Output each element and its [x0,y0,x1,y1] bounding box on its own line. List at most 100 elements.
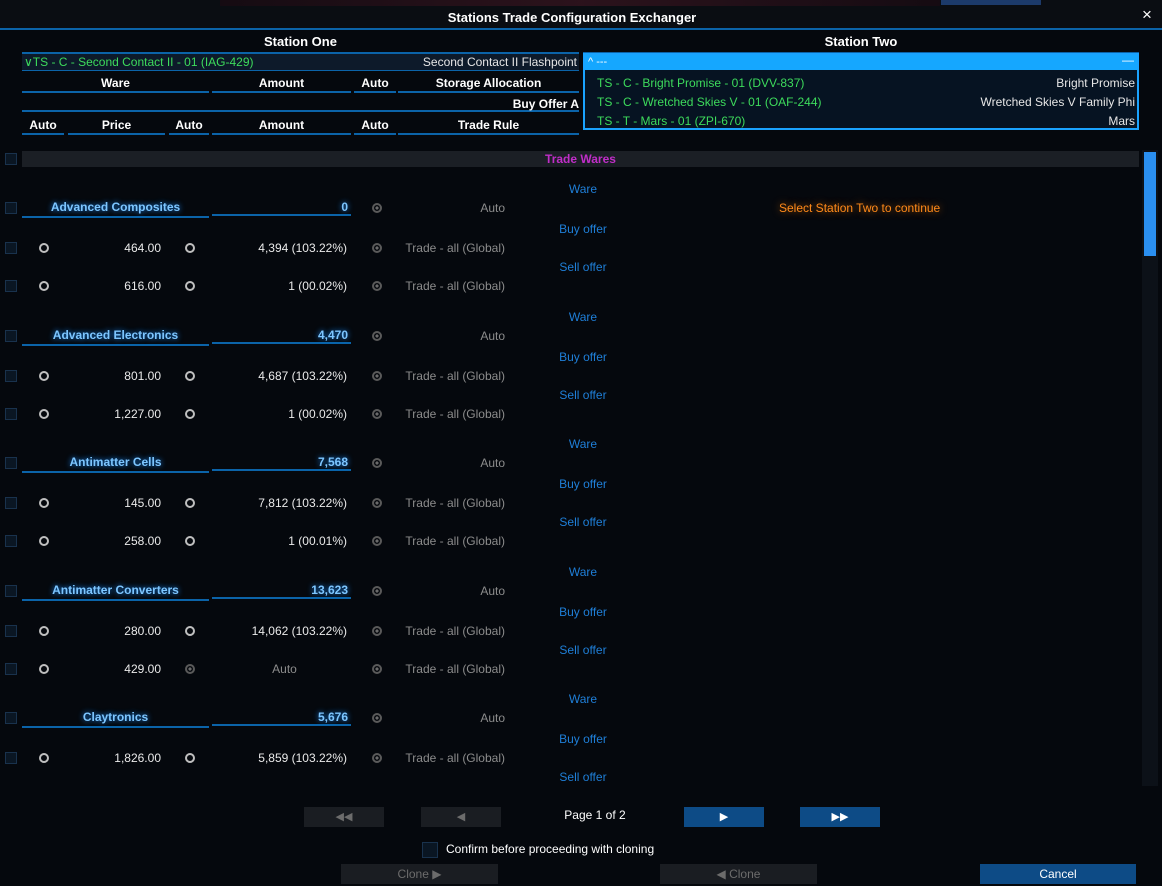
ware-label: Ware [568,692,598,706]
buy-trade-rule[interactable]: Trade - all (Global) [398,751,505,765]
station-one-dropdown[interactable]: ∨TS - C - Second Contact II - 01 (IAG-42… [22,54,579,71]
ware-checkbox[interactable] [5,202,17,214]
price-auto-radio[interactable] [39,243,49,253]
sell-offer-checkbox[interactable] [5,407,17,420]
amount-auto-radio[interactable] [185,663,195,674]
sell-offer-checkbox[interactable] [5,662,17,675]
amount-auto-radio[interactable] [185,370,195,381]
ware-name: Antimatter Cells [22,455,209,473]
sell-price: 429.00 [124,661,161,676]
sell-offer-label: Sell offer [559,387,607,402]
sell-trade-rule[interactable]: Trade - all (Global) [398,534,505,548]
price-auto-radio[interactable] [39,408,49,419]
first-page-button[interactable]: ◀◀ [304,807,384,827]
cancel-button[interactable]: Cancel [980,864,1136,884]
sell-amount: 1 (00.02%) [288,279,347,293]
buy-offer-checkbox[interactable] [5,624,17,637]
sell-amount: 1 (00.02%) [288,406,347,421]
station-one-selected-name: Second Contact II Flashpoint [422,55,577,69]
price-auto-radio[interactable] [39,536,49,546]
buy-trade-rule[interactable]: Trade - all (Global) [398,496,505,510]
station-two-dropdown[interactable]: ^ --- — TS - C - Bright Promise - 01 (DV… [583,53,1139,130]
sell-offer-label: Sell offer [559,642,607,657]
amount-auto-radio[interactable] [185,243,195,253]
confirm-label: Confirm before proceeding with cloning [446,842,655,856]
close-icon[interactable]: × [1138,6,1156,24]
ware-name: Advanced Composites [22,200,209,218]
sell-trade-rule[interactable]: Trade - all (Global) [398,407,505,421]
amount-auto-radio[interactable] [185,753,195,763]
buy-trade-rule[interactable]: Trade - all (Global) [398,369,505,383]
amount-auto-radio[interactable] [185,498,195,508]
ware-checkbox[interactable] [5,712,17,724]
clone-to-right-button[interactable]: Clone ▶ [341,864,498,884]
trade-rule-auto-radio[interactable] [372,281,382,291]
price-auto-radio[interactable] [39,370,49,381]
storage-auto-radio[interactable] [372,585,382,596]
ware-checkbox[interactable] [5,584,17,597]
sell-offer-checkbox[interactable] [5,535,17,547]
trade-rule-auto-radio[interactable] [372,243,382,253]
col-buy-offer: Buy Offer A [512,97,579,111]
col-storage-allocation: Storage Allocation [398,76,579,93]
sell-trade-rule[interactable]: Trade - all (Global) [398,662,505,676]
buy-trade-rule[interactable]: Trade - all (Global) [398,624,505,638]
select-all-checkbox[interactable] [5,153,17,165]
trade-rule-auto-radio[interactable] [372,498,382,508]
trade-rule-auto-radio[interactable] [372,370,382,381]
buy-offer-checkbox[interactable] [5,497,17,509]
prev-page-button[interactable]: ◀ [421,807,501,827]
trade-rule-auto-radio[interactable] [372,753,382,763]
buy-price: 280.00 [124,623,161,638]
trade-rule-auto-radio[interactable] [372,408,382,419]
amount-auto-radio[interactable] [185,536,195,546]
col-auto-3: Auto [169,118,209,135]
trade-rule-auto-radio[interactable] [372,536,382,546]
price-auto-radio[interactable] [39,753,49,763]
ware-amount: 0 [212,200,351,216]
buy-offer-label: Buy offer [559,222,607,236]
amount-auto-radio[interactable] [185,625,195,636]
buy-trade-rule[interactable]: Trade - all (Global) [398,241,505,255]
ware-checkbox[interactable] [5,457,17,469]
price-auto-radio[interactable] [39,625,49,636]
buy-price: 1,826.00 [114,751,161,765]
clone-to-left-button[interactable]: ◀ Clone [660,864,817,884]
storage-allocation: Auto [480,456,505,470]
buy-offer-checkbox[interactable] [5,752,17,764]
buy-offer-label: Buy offer [559,477,607,491]
storage-auto-radio[interactable] [372,458,382,468]
select-station-two-prompt: Select Station Two to continue [779,201,941,215]
station-two-option[interactable]: TS - T - Mars - 01 (ZPI-670) Mars [585,112,1137,131]
amount-auto-radio[interactable] [185,281,195,291]
storage-allocation: Auto [480,328,505,343]
confirm-checkbox[interactable] [422,842,438,858]
top-menu-tab[interactable] [941,0,1041,5]
station-two-header: Station Two [583,34,1139,54]
background-glow [220,0,940,6]
ware-name: Advanced Electronics [22,328,209,346]
station-two-option[interactable]: TS - C - Wretched Skies V - 01 (OAF-244)… [585,93,1137,112]
storage-auto-radio[interactable] [372,203,382,213]
trade-rule-auto-radio[interactable] [372,663,382,674]
sell-offer-label: Sell offer [559,260,607,274]
amount-auto-radio[interactable] [185,408,195,419]
sell-offer-checkbox[interactable] [5,280,17,292]
trade-rule-auto-radio[interactable] [372,625,382,636]
station-two-option[interactable]: TS - C - Bright Promise - 01 (DVV-837) B… [585,74,1137,93]
buy-offer-checkbox[interactable] [5,369,17,382]
price-auto-radio[interactable] [39,281,49,291]
scrollbar-thumb[interactable] [1144,152,1156,256]
price-auto-radio[interactable] [39,498,49,508]
storage-auto-radio[interactable] [372,713,382,723]
next-page-button[interactable]: ▶ [684,807,764,827]
station-two-dropdown-header[interactable]: ^ --- — [585,53,1137,70]
price-auto-radio[interactable] [39,663,49,674]
storage-auto-radio[interactable] [372,330,382,341]
last-page-button[interactable]: ▶▶ [800,807,880,827]
ware-checkbox[interactable] [5,329,17,342]
buy-offer-checkbox[interactable] [5,242,17,254]
ware-label: Ware [568,182,598,196]
buy-amount: 4,687 (103.22%) [258,368,347,383]
sell-trade-rule[interactable]: Trade - all (Global) [398,279,505,293]
